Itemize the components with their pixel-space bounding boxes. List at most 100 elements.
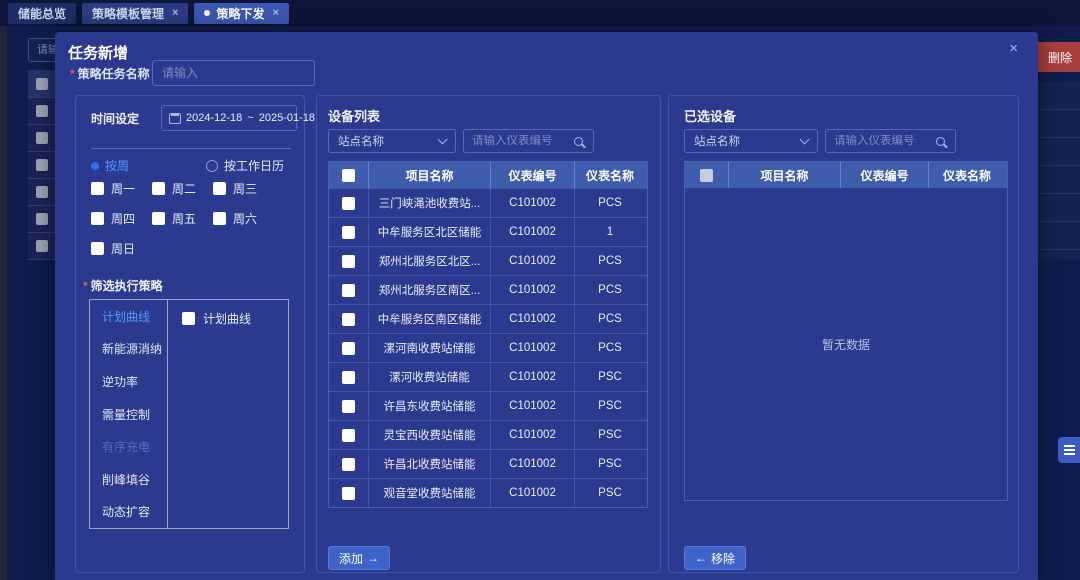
weekday-checkbox[interactable]: 周四 xyxy=(91,210,152,227)
project-name-cell: 漯河收费站储能 xyxy=(369,363,491,391)
row-checkbox[interactable] xyxy=(342,400,355,413)
strategy-item[interactable]: 动态扩容 xyxy=(90,495,167,528)
row-checkbox-cell xyxy=(329,450,369,478)
table-row[interactable]: 中牟服务区北区储能C1010021 xyxy=(329,217,647,246)
row-checkbox[interactable] xyxy=(342,429,355,442)
calendar-icon xyxy=(169,113,181,124)
weekday-label: 周六 xyxy=(233,210,257,227)
tab-strategy-template[interactable]: 策略模板管理 × xyxy=(82,3,188,24)
task-name-label: *策略任务名称 xyxy=(70,65,150,82)
column-header: 项目名称 xyxy=(729,162,841,188)
station-name-select[interactable]: 站点名称 xyxy=(684,129,818,153)
table-row[interactable]: 许昌东收费站储能C101002PSC xyxy=(329,391,647,420)
meter-code-cell: C101002 xyxy=(491,218,575,246)
filter-slider-toggle-button[interactable] xyxy=(1058,437,1080,463)
select-all-checkbox[interactable] xyxy=(700,169,713,182)
close-icon[interactable]: × xyxy=(172,7,178,19)
weekday-checkbox[interactable]: 周一 xyxy=(91,180,152,197)
meter-search-box xyxy=(463,129,594,153)
project-name-cell: 许昌北收费站储能 xyxy=(369,450,491,478)
table-row[interactable]: 中牟服务区南区储能C101002PCS xyxy=(329,304,647,333)
row-checkbox[interactable] xyxy=(342,284,355,297)
date-start: 2024-12-18 xyxy=(186,112,242,124)
tab-bar: 储能总览 策略模板管理 × 策略下发 × xyxy=(0,0,1080,26)
strategy-filter-box: 计划曲线新能源消纳逆功率需量控制有序充电削峰填谷动态扩容 计划曲线 xyxy=(89,299,289,529)
table-row[interactable]: 灵宝西收费站储能C101002PSC xyxy=(329,420,647,449)
project-name-cell: 观音堂收费站储能 xyxy=(369,479,491,507)
meter-code-cell: C101002 xyxy=(491,334,575,362)
meter-code-cell: C101002 xyxy=(491,479,575,507)
table-row[interactable]: 许昌北收费站储能C101002PSC xyxy=(329,449,647,478)
time-strategy-panel: 时间设定 2024-12-18 ~ 2025-01-18 按周 按工作日历 周一… xyxy=(75,95,305,573)
task-create-dialog: 任务新增 × *策略任务名称 时间设定 2024-12-18 ~ 2025-01… xyxy=(55,32,1038,580)
project-name-cell: 漯河南收费站储能 xyxy=(369,334,491,362)
meter-name-cell: PSC xyxy=(575,450,645,478)
row-checkbox[interactable] xyxy=(342,197,355,210)
station-name-select[interactable]: 站点名称 xyxy=(328,129,456,153)
arrow-left-icon: ← xyxy=(695,551,707,565)
table-row[interactable]: 漯河南收费站储能C101002PCS xyxy=(329,333,647,362)
checkbox-icon xyxy=(182,312,195,325)
weekday-label: 周一 xyxy=(111,180,135,197)
meter-name-cell: PCS xyxy=(575,247,645,275)
radio-by-work-calendar[interactable]: 按工作日历 xyxy=(206,157,284,174)
meter-code-cell: C101002 xyxy=(491,450,575,478)
row-checkbox[interactable] xyxy=(342,487,355,500)
table-row[interactable]: 三门峡渑池收费站...C101002PCS xyxy=(329,188,647,217)
add-button[interactable]: 添加 → xyxy=(328,546,390,570)
weekday-checkbox[interactable]: 周三 xyxy=(213,180,274,197)
search-icon[interactable] xyxy=(574,137,583,146)
checkbox-icon xyxy=(91,242,104,255)
strategy-item[interactable]: 新能源消纳 xyxy=(90,333,167,366)
select-all-checkbox[interactable] xyxy=(342,169,355,182)
date-range-picker[interactable]: 2024-12-18 ~ 2025-01-18 xyxy=(161,105,297,131)
table-row[interactable]: 漯河收费站储能C101002PSC xyxy=(329,362,647,391)
weekday-checkbox[interactable]: 周二 xyxy=(152,180,213,197)
weekday-checkbox[interactable]: 周日 xyxy=(91,240,152,257)
radio-label: 按工作日历 xyxy=(224,157,284,174)
strategy-filter-label: *筛选执行策略 xyxy=(83,277,163,294)
project-name-cell: 许昌东收费站储能 xyxy=(369,392,491,420)
weekday-checkbox[interactable]: 周六 xyxy=(213,210,274,227)
table-row[interactable]: 郑州北服务区南区...C101002PCS xyxy=(329,275,647,304)
strategy-list: 计划曲线新能源消纳逆功率需量控制有序充电削峰填谷动态扩容 xyxy=(90,300,168,528)
meter-search-input[interactable] xyxy=(834,135,936,147)
row-checkbox-cell xyxy=(329,479,369,507)
row-checkbox[interactable] xyxy=(342,313,355,326)
project-name-cell: 郑州北服务区北区... xyxy=(369,247,491,275)
row-checkbox[interactable] xyxy=(342,255,355,268)
table-row[interactable]: 郑州北服务区北区...C101002PCS xyxy=(329,246,647,275)
row-checkbox[interactable] xyxy=(342,226,355,239)
row-checkbox[interactable] xyxy=(342,458,355,471)
meter-search-input[interactable] xyxy=(472,135,574,147)
checkbox-icon xyxy=(36,186,48,198)
search-icon[interactable] xyxy=(936,137,945,146)
row-checkbox-cell xyxy=(329,421,369,449)
weekday-checkbox[interactable]: 周五 xyxy=(152,210,213,227)
remove-button[interactable]: ← 移除 xyxy=(684,546,746,570)
meter-code-cell: C101002 xyxy=(491,189,575,217)
close-icon[interactable]: × xyxy=(1009,40,1018,57)
strategy-item[interactable]: 逆功率 xyxy=(90,365,167,398)
meter-name-cell: PCS xyxy=(575,189,645,217)
row-checkbox[interactable] xyxy=(342,342,355,355)
strategy-detail-checkbox[interactable]: 计划曲线 xyxy=(182,310,288,327)
strategy-item[interactable]: 计划曲线 xyxy=(90,300,167,333)
strategy-item[interactable]: 削峰填谷 xyxy=(90,463,167,496)
strategy-item[interactable]: 有序充电 xyxy=(90,430,167,463)
select-value: 站点名称 xyxy=(694,133,740,149)
close-icon[interactable]: × xyxy=(272,7,278,19)
checkbox-icon xyxy=(152,212,165,225)
time-setting-label: 时间设定 xyxy=(91,110,139,127)
row-checkbox[interactable] xyxy=(342,371,355,384)
checkbox-icon xyxy=(36,105,48,117)
column-header: 仪表名称 xyxy=(929,162,1005,188)
task-name-input[interactable] xyxy=(152,60,315,86)
tab-strategy-dispatch[interactable]: 策略下发 × xyxy=(194,3,288,24)
radio-by-week[interactable]: 按周 xyxy=(91,157,206,174)
tab-storage-overview[interactable]: 储能总览 xyxy=(8,3,76,24)
table-row[interactable]: 观音堂收费站储能C101002PSC xyxy=(329,478,647,507)
selected-devices-panel: 已选设备 站点名称 项目名称 仪表编号 仪表名称 暂无数据 ← 移除 xyxy=(668,95,1019,573)
radio-selected-icon xyxy=(91,162,99,170)
strategy-item[interactable]: 需量控制 xyxy=(90,398,167,431)
